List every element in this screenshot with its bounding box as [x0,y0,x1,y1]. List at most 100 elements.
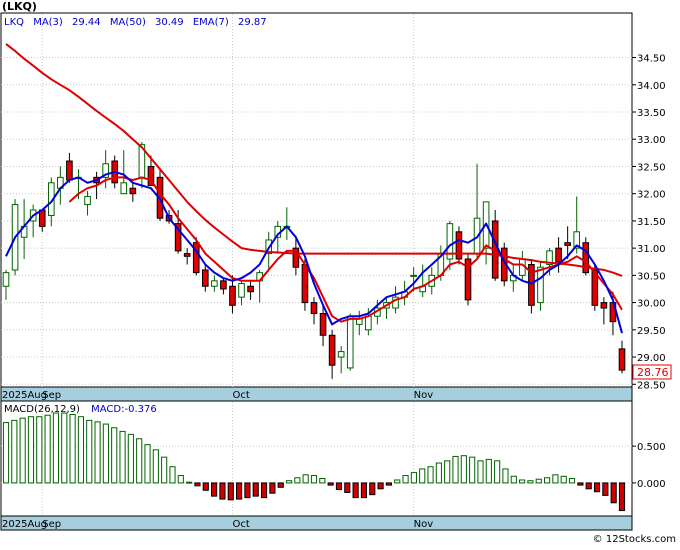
macd-bar-positive [36,416,43,484]
macd-bar-positive [460,455,467,484]
price-tick-label: 31.50 [637,217,666,228]
x-axis-label: Nov [414,390,434,401]
macd-bar-positive [136,438,143,484]
macd-axis-band [0,515,633,531]
macd-bar-positive [52,412,60,484]
price-tick-label: 33.00 [637,135,666,146]
price-tick-label: 30.00 [637,299,666,310]
macd-bar-negative [277,482,284,488]
macd-bar-positive [77,416,84,484]
x-axis-label: 2025Aug [2,390,47,401]
macd-bar-positive [144,444,151,484]
candle-up [120,182,128,195]
price-tick-label: 34.50 [637,54,666,65]
macd-bar-negative [593,482,601,493]
macd-bar-negative [244,482,251,499]
macd-bar-positive [119,430,126,484]
macd-bar-negative [260,482,268,499]
legend-ma50-value: 30.49 [155,17,184,28]
macd-bar-negative [618,482,626,512]
macd-bar-positive [527,480,534,484]
macd-bar-negative [344,482,351,493]
macd-bar-positive [435,462,442,484]
price-tick-label: 28.50 [637,380,666,391]
macd-bar-negative [202,482,209,491]
candle-down [220,280,227,290]
macd-bar-positive [44,414,51,484]
macd-bar-positive [568,477,576,484]
macd-bar-positive [485,458,492,484]
price-tick-label: 31.00 [637,244,666,255]
candle-down [555,247,562,263]
candle-up [238,283,245,298]
price-tick-label: 34.00 [637,81,666,92]
macd-bar-positive [19,417,26,484]
macd-bar-negative [585,482,592,490]
candle-down [229,285,236,306]
macd-bar-positive [169,466,176,484]
candle-down [129,187,137,195]
macd-tick-label: 0.000 [637,479,666,490]
x-axis-label: Sep [42,519,61,530]
macd-bar-positive [552,474,559,484]
macd-bar-positive [519,479,526,484]
candle-down [618,348,626,371]
macd-bar-negative [236,482,243,500]
x-axis-label: Oct [232,390,249,401]
price-panel-frame [0,12,633,388]
macd-bar-positive [319,477,326,484]
macd-bar-positive [427,466,434,484]
macd-bar-positive [310,475,318,484]
macd-bar-negative [577,482,584,486]
candle-up [537,266,544,304]
legend-ma3-value: 29.44 [72,17,101,28]
macd-tick-label: 0.500 [637,442,666,453]
candle-down [247,285,254,293]
candle-down [319,312,327,336]
macd-bar-positive [186,481,193,484]
macd-bar-positive [494,460,501,484]
candle-up [2,272,10,287]
macd-legend-value: MACD:-0.376 [91,404,157,415]
candle-up [211,280,218,287]
candle-down [328,334,336,366]
watermark: © 12Stocks.com [593,534,676,545]
candle-down [66,160,73,181]
candle-up [365,315,372,331]
macd-bar-negative [227,482,234,501]
candle-down [301,263,309,304]
macd-bar-positive [469,456,476,484]
price-tick-label: 32.50 [637,162,666,173]
macd-bar-negative [335,482,343,491]
macd-bar-negative [194,482,201,487]
macd-bar-negative [352,482,359,499]
macd-bar-negative [377,482,384,490]
price-tick-label: 33.50 [637,108,666,119]
price-tick-label: 29.50 [637,326,666,337]
macd-bar-positive [161,456,168,484]
macd-bar-negative [385,482,392,486]
macd-bar-positive [544,477,551,484]
macd-bar-positive [402,475,409,484]
candle-down [201,269,209,287]
price-tick-label: 30.50 [637,271,666,282]
price-axis-band [0,386,633,402]
macd-bar-negative [602,482,609,496]
macd-bar-positive [11,419,18,484]
stock-chart-root: 28.50 29.00 29.50 30.00 30.50 31.00 31.50 32.00… [0,0,680,546]
x-axis-label: Nov [414,519,434,530]
candle-up [410,274,417,277]
candle-up [84,195,91,206]
macd-bar-negative [269,482,276,494]
x-axis-label: 2025Aug [2,519,47,530]
macd-bar-positive [111,427,118,484]
macd-bar-positive [302,474,309,484]
candle-down [38,209,46,227]
macd-bar-positive [102,423,109,484]
macd-bar-positive [394,479,401,484]
macd-bar-positive [419,468,426,484]
macd-bar-positive [294,477,301,484]
x-axis-label: Sep [42,390,61,401]
macd-bar-positive [452,455,459,484]
candle-up [337,351,345,358]
